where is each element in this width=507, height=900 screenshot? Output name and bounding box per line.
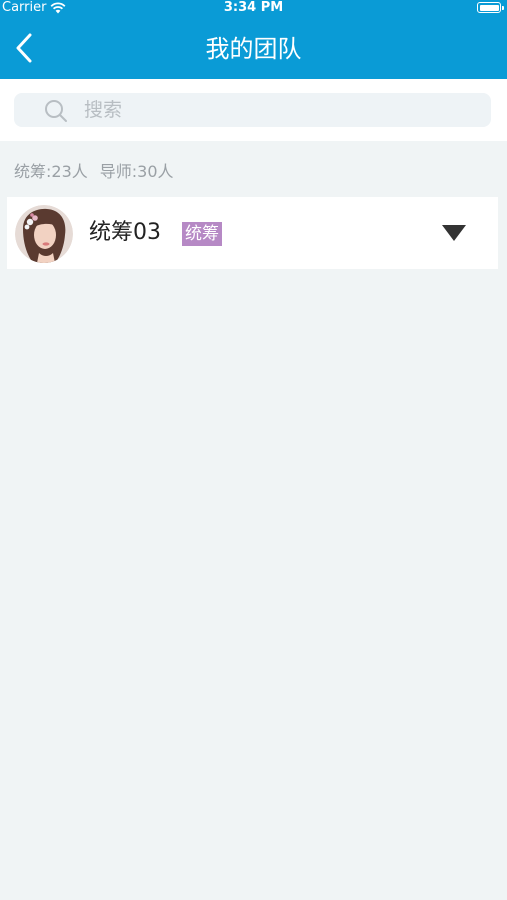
page-title: 我的团队 [205,35,302,63]
nav-bar: Carrier 3:34 PM 我的团队 [0,0,507,79]
list-item[interactable]: 统筹03 统筹 [7,197,498,269]
avatar [15,205,73,263]
role-badge: 统筹 [182,222,222,246]
mentor-count: 导师:30人 [99,162,174,181]
member-name: 统筹03 [89,220,161,245]
search-bar[interactable] [14,93,491,127]
expand-button[interactable] [437,221,471,245]
search-icon [45,100,67,122]
status-time: 3:34 PM [223,0,284,15]
coordinator-count: 统筹:23人 [14,162,88,181]
status-bar: Carrier 3:34 PM [0,0,507,16]
search-section [0,79,507,141]
team-summary: 统筹:23人 导师:30人 [14,161,174,183]
triangle-down-icon [442,225,466,241]
search-input[interactable] [84,93,484,127]
battery-icon [477,2,504,13]
